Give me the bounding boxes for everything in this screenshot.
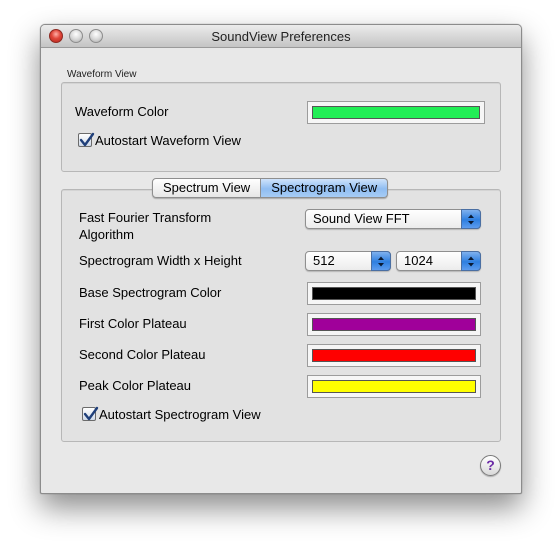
question-mark-icon[interactable]: ? (480, 455, 501, 476)
waveform-section-label: Waveform View (67, 69, 137, 80)
first-plateau-color-well[interactable] (307, 313, 481, 336)
checkmark-icon (83, 406, 99, 421)
second-plateau-swatch (312, 349, 476, 362)
fft-label-line2: Algorithm (79, 227, 134, 242)
peak-plateau-label: Peak Color Plateau (79, 378, 192, 393)
spectrogram-height-popup[interactable]: 1024 (396, 251, 481, 271)
up-down-arrows-icon (461, 209, 481, 229)
waveform-group-box (61, 82, 501, 172)
tab-spectrogram-view[interactable]: Spectrogram View (261, 178, 389, 198)
spectrogram-width-popup[interactable]: 512 (305, 251, 391, 271)
checkmark-icon (79, 132, 95, 147)
up-down-arrows-icon (461, 251, 481, 271)
spectrogram-height-value: 1024 (404, 253, 433, 268)
tab-spectrum-view[interactable]: Spectrum View (152, 178, 262, 198)
first-plateau-swatch (312, 318, 476, 331)
fft-algorithm-popup[interactable]: Sound View FFT (305, 209, 481, 229)
first-plateau-label: First Color Plateau (79, 316, 187, 331)
fft-label-line1: Fast Fourier Transform (79, 210, 212, 225)
peak-plateau-swatch (312, 380, 476, 393)
base-color-well[interactable] (307, 282, 481, 305)
fft-algorithm-value: Sound View FFT (313, 211, 410, 226)
waveform-color-well[interactable] (307, 101, 485, 124)
waveform-color-swatch (312, 106, 480, 119)
peak-plateau-color-well[interactable] (307, 375, 481, 398)
base-color-swatch (312, 287, 476, 300)
spectrogram-size-label: Spectrogram Width x Height (79, 253, 242, 268)
autostart-spectrogram-checkbox[interactable] (82, 406, 99, 421)
second-plateau-label: Second Color Plateau (79, 347, 206, 362)
autostart-spectrogram-label: Autostart Spectrogram View (99, 407, 261, 422)
base-color-label: Base Spectrogram Color (79, 285, 222, 300)
window-title: SoundView Preferences (211, 29, 351, 44)
title-bar[interactable]: SoundView Preferences (41, 25, 521, 48)
autostart-waveform-checkbox[interactable] (78, 132, 95, 147)
waveform-color-label: Waveform Color (75, 104, 169, 119)
preferences-window: SoundView Preferences Waveform View Wave… (40, 24, 522, 494)
second-plateau-color-well[interactable] (307, 344, 481, 367)
up-down-arrows-icon (371, 251, 391, 271)
view-tabs: Spectrum View Spectrogram View (152, 178, 389, 198)
spectrogram-width-value: 512 (313, 253, 335, 268)
autostart-waveform-label: Autostart Waveform View (95, 133, 241, 148)
